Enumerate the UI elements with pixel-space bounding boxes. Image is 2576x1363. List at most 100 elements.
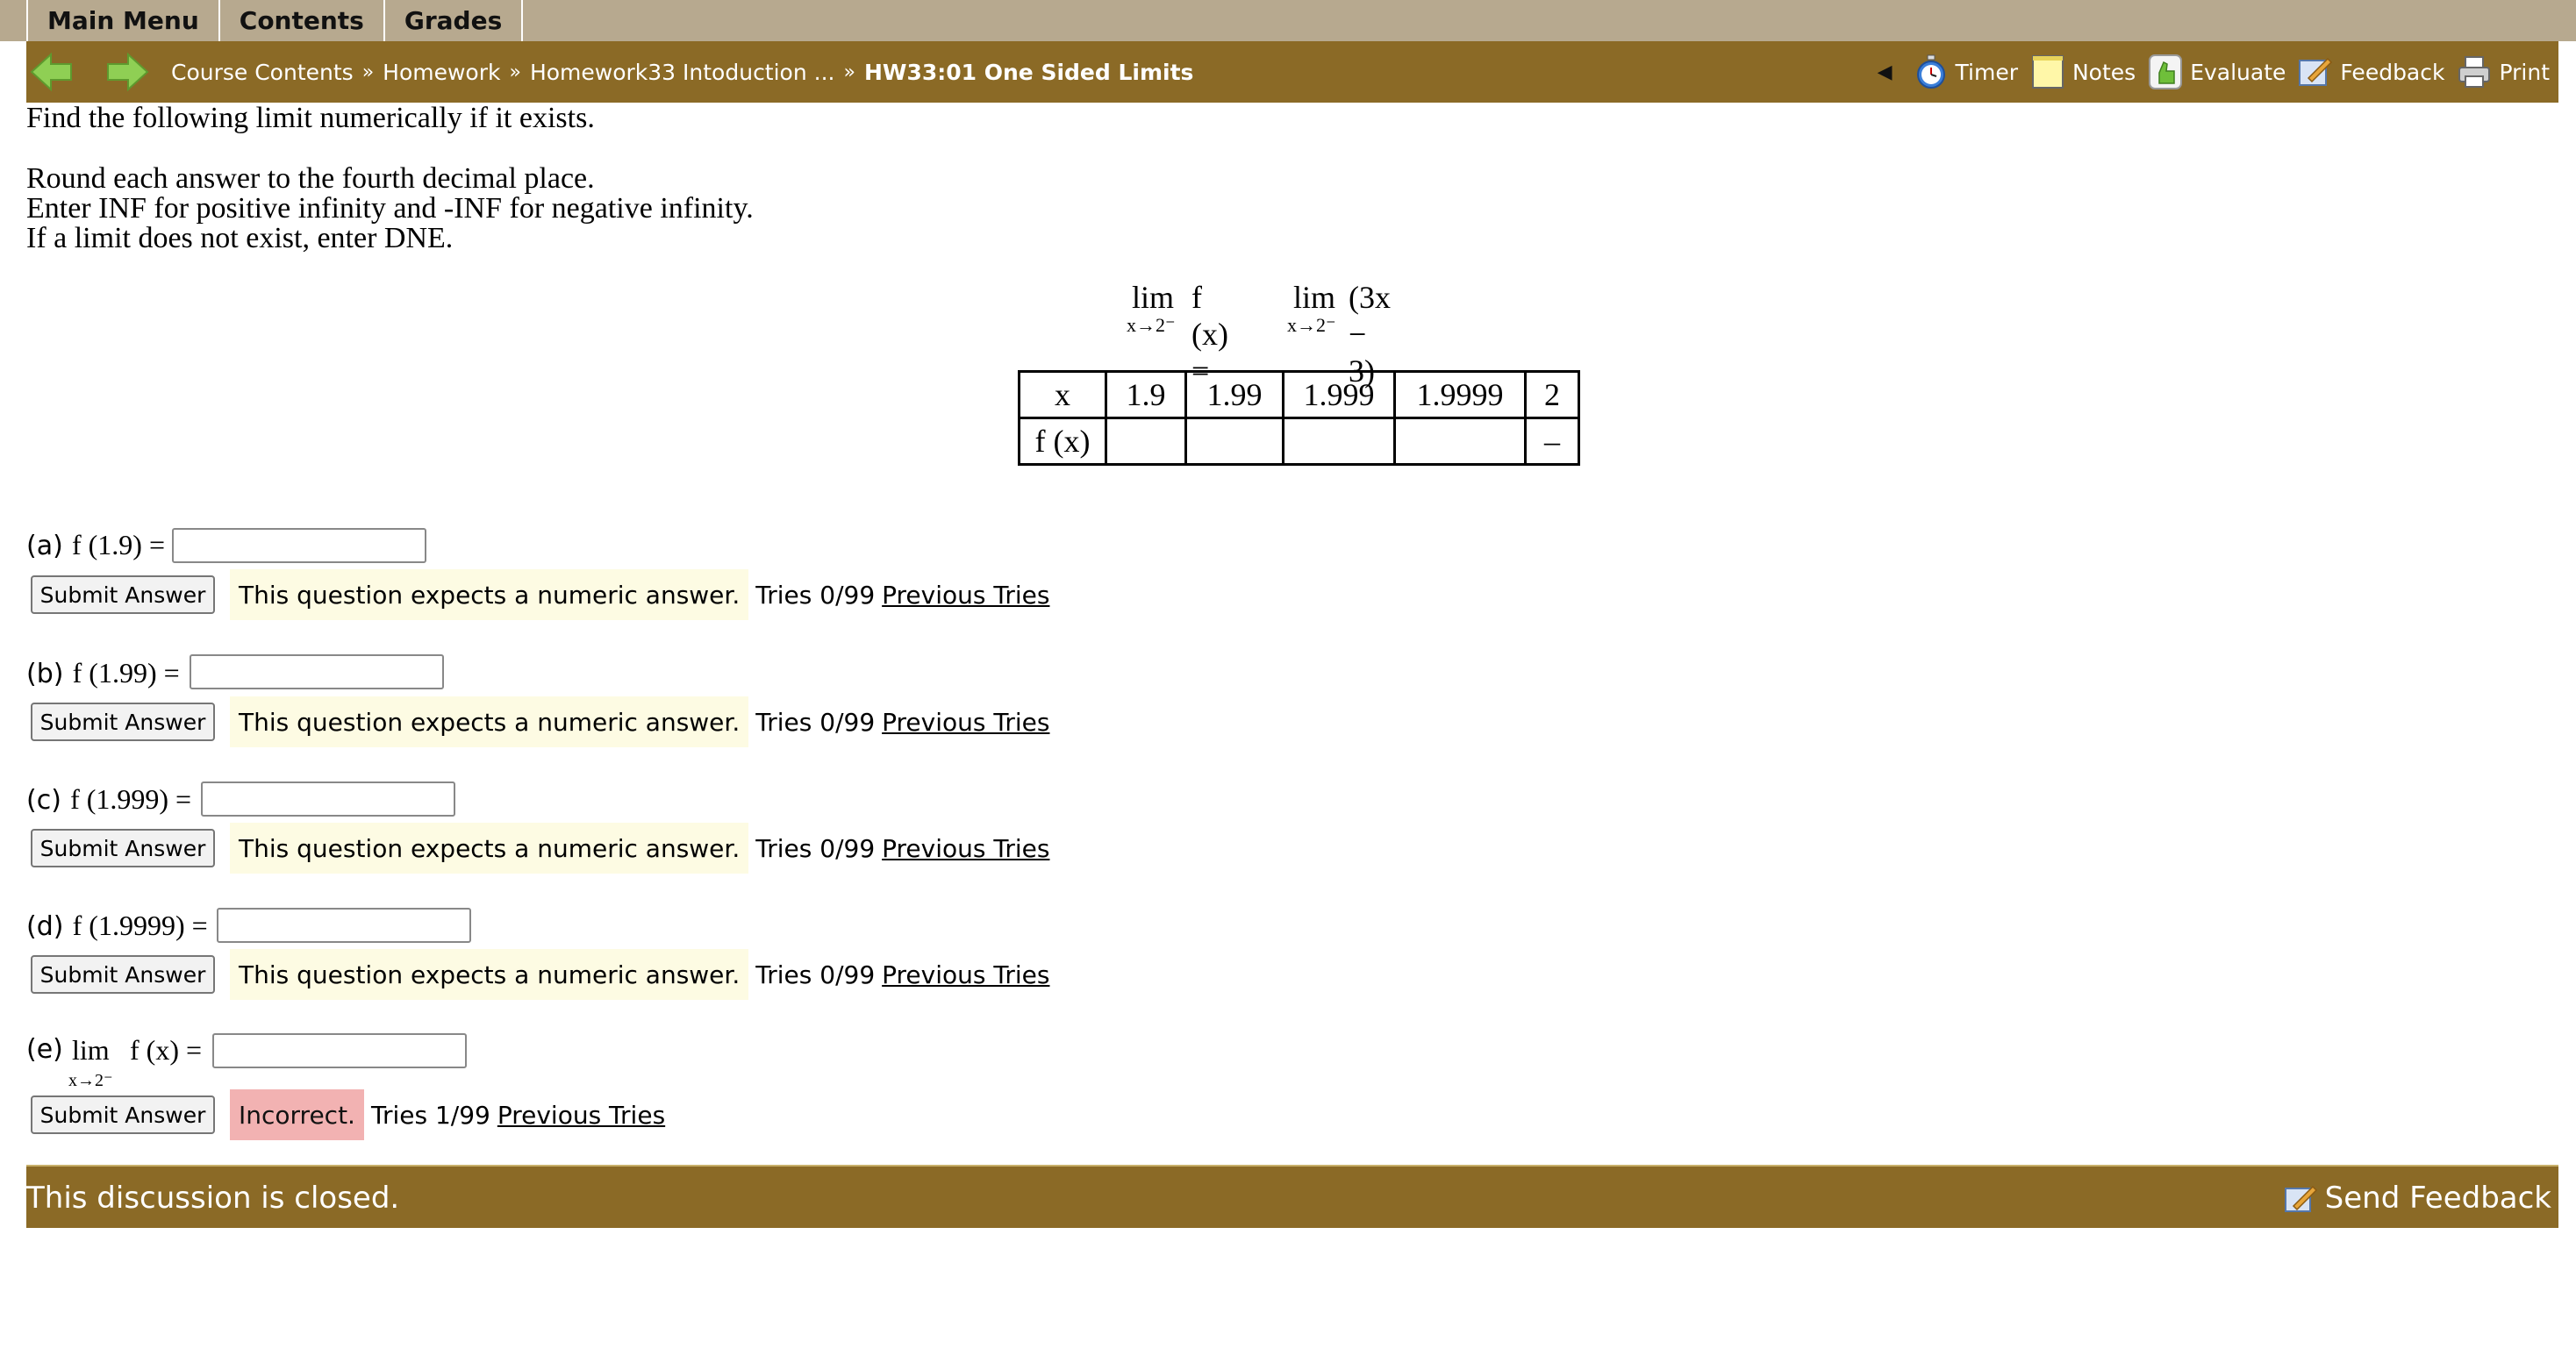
discussion-closed-text: This discussion is closed. (26, 1181, 400, 1216)
table-cell-x: 2 (1524, 370, 1580, 419)
table-row-fx: f (x) – (1018, 417, 1580, 466)
question-lim: lim (72, 1034, 110, 1066)
evaluate-label: Evaluate (2190, 59, 2286, 85)
table-row-x: x 1.9 1.99 1.999 1.9999 2 (1018, 370, 1580, 419)
answer-notice: This question expects a numeric answer. (230, 696, 749, 747)
feedback-tool[interactable]: Feedback (2298, 54, 2444, 90)
feedback-icon (2299, 57, 2333, 86)
problem-line-2: Round each answer to the fourth decimal … (26, 162, 595, 195)
question-letter: (d) (26, 911, 64, 942)
breadcrumb-separator: » (509, 61, 521, 83)
lim-left: lim (1132, 280, 1175, 315)
table-header-fx: f (x) (1018, 417, 1107, 466)
send-feedback-button[interactable]: Send Feedback (2283, 1167, 2551, 1230)
table-cell-fx (1184, 417, 1284, 466)
question-a-label: (a) f (1.9) = (26, 528, 165, 561)
previous-tries-link[interactable]: Previous Tries (882, 581, 1049, 610)
table-cell-fx (1105, 417, 1187, 466)
back-arrow-icon[interactable] (30, 52, 74, 92)
tab-grades[interactable]: Grades (383, 0, 524, 41)
status-b: This question expects a numeric answer. … (230, 696, 1049, 747)
evaluate-tool[interactable]: Evaluate (2148, 54, 2286, 90)
previous-tries-link[interactable]: Previous Tries (882, 708, 1049, 737)
lim-right-sub: x→2⁻ (1287, 314, 1336, 336)
lim-right: lim (1293, 280, 1336, 315)
table-cell-fx (1282, 417, 1396, 466)
breadcrumb-course-contents[interactable]: Course Contents (171, 60, 354, 85)
values-table: x 1.9 1.99 1.999 1.9999 2 f (x) – (1018, 370, 1580, 466)
question-b-label: (b) f (1.99) = (26, 656, 180, 689)
table-cell-x: 1.99 (1184, 370, 1284, 419)
problem-line-3: Enter INF for positive infinity and -INF… (26, 192, 754, 225)
problem-line-4: If a limit does not exist, enter DNE. (26, 222, 454, 254)
breadcrumb-separator: » (843, 61, 855, 83)
breadcrumb-homework33[interactable]: Homework33 Intoduction ... (530, 60, 835, 85)
tab-contents[interactable]: Contents (218, 0, 385, 41)
timer-label: Timer (1955, 59, 2018, 85)
question-expr: f (x) = (130, 1034, 203, 1066)
status-c: This question expects a numeric answer. … (230, 823, 1049, 874)
status-d: This question expects a numeric answer. … (230, 949, 1049, 1000)
printer-icon (2458, 56, 2491, 88)
tries-count: Tries 0/99 (755, 833, 876, 863)
question-expr: f (1.99) = (72, 657, 180, 689)
status-e: Incorrect. Tries 1/99 Previous Tries (230, 1089, 665, 1140)
question-letter: (c) (26, 785, 61, 816)
breadcrumb-homework[interactable]: Homework (383, 60, 500, 85)
question-letter: (e) (26, 1034, 63, 1065)
discussion-footer: This discussion is closed. Send Feedback (26, 1165, 2558, 1228)
print-tool[interactable]: Print (2457, 54, 2550, 90)
answer-input-b[interactable] (190, 654, 444, 689)
tries-count: Tries 0/99 (755, 707, 876, 737)
submit-button-d[interactable]: Submit Answer (31, 955, 215, 994)
status-a: This question expects a numeric answer. … (230, 569, 1049, 620)
answer-input-c[interactable] (201, 781, 455, 817)
question-letter: (b) (26, 659, 64, 689)
answer-input-a[interactable] (172, 528, 426, 563)
question-c-label: (c) f (1.999) = (26, 782, 191, 816)
answer-input-d[interactable] (217, 908, 471, 943)
table-header-x: x (1018, 370, 1107, 419)
previous-tries-link[interactable]: Previous Tries (497, 1101, 665, 1130)
previous-tries-link[interactable]: Previous Tries (882, 960, 1049, 989)
top-tab-bar: Main Menu Contents Grades (0, 0, 2576, 41)
nav-tools: ◀ Timer Notes Evaluate Feedback Print (1878, 41, 2550, 103)
question-letter: (a) (26, 531, 63, 561)
answer-notice: This question expects a numeric answer. (230, 569, 749, 620)
submit-button-c[interactable]: Submit Answer (31, 829, 215, 867)
back-marker-icon[interactable]: ◀ (1878, 61, 1893, 83)
problem-line-1: Find the following limit numerically if … (26, 102, 595, 134)
main-tabs: Main Menu Contents Grades (26, 0, 524, 41)
forward-arrow-icon[interactable] (105, 52, 149, 92)
question-e-label: (e) lim x→2⁻ f (x) = (26, 1034, 237, 1090)
timer-tool[interactable]: Timer (1914, 54, 2018, 90)
incorrect-badge: Incorrect. (230, 1089, 364, 1140)
submit-button-b[interactable]: Submit Answer (31, 703, 215, 741)
tries-count: Tries 1/99 (370, 1100, 490, 1130)
feedback-icon (2284, 1185, 2317, 1212)
breadcrumb-current: HW33:01 One Sided Limits (863, 59, 1194, 85)
submit-button-e[interactable]: Submit Answer (31, 1095, 215, 1134)
table-cell-x: 1.999 (1282, 370, 1396, 419)
answer-notice: This question expects a numeric answer. (230, 949, 749, 1000)
question-expr: f (1.9) = (71, 529, 165, 560)
question-lim-sub: x→2⁻ (68, 1071, 113, 1090)
table-cell-fx (1393, 417, 1527, 466)
send-feedback-label: Send Feedback (2324, 1181, 2551, 1216)
notes-tool[interactable]: Notes (2030, 54, 2136, 90)
previous-tries-link[interactable]: Previous Tries (882, 834, 1049, 863)
breadcrumb: Course Contents » Homework » Homework33 … (171, 41, 1193, 103)
navigation-bar: Course Contents » Homework » Homework33 … (26, 41, 2558, 103)
question-expr: f (1.9999) = (72, 910, 208, 941)
submit-button-a[interactable]: Submit Answer (31, 575, 215, 614)
stopwatch-icon (1916, 54, 1945, 89)
tab-main-menu[interactable]: Main Menu (26, 0, 220, 41)
answer-input-e[interactable] (212, 1033, 467, 1068)
breadcrumb-separator: » (361, 61, 375, 83)
print-label: Print (2499, 59, 2550, 85)
question-expr: f (1.999) = (70, 783, 192, 815)
table-cell-fx: – (1524, 417, 1580, 466)
tries-count: Tries 0/99 (755, 960, 876, 989)
table-cell-x: 1.9 (1105, 370, 1187, 419)
evaluate-icon (2149, 54, 2183, 89)
